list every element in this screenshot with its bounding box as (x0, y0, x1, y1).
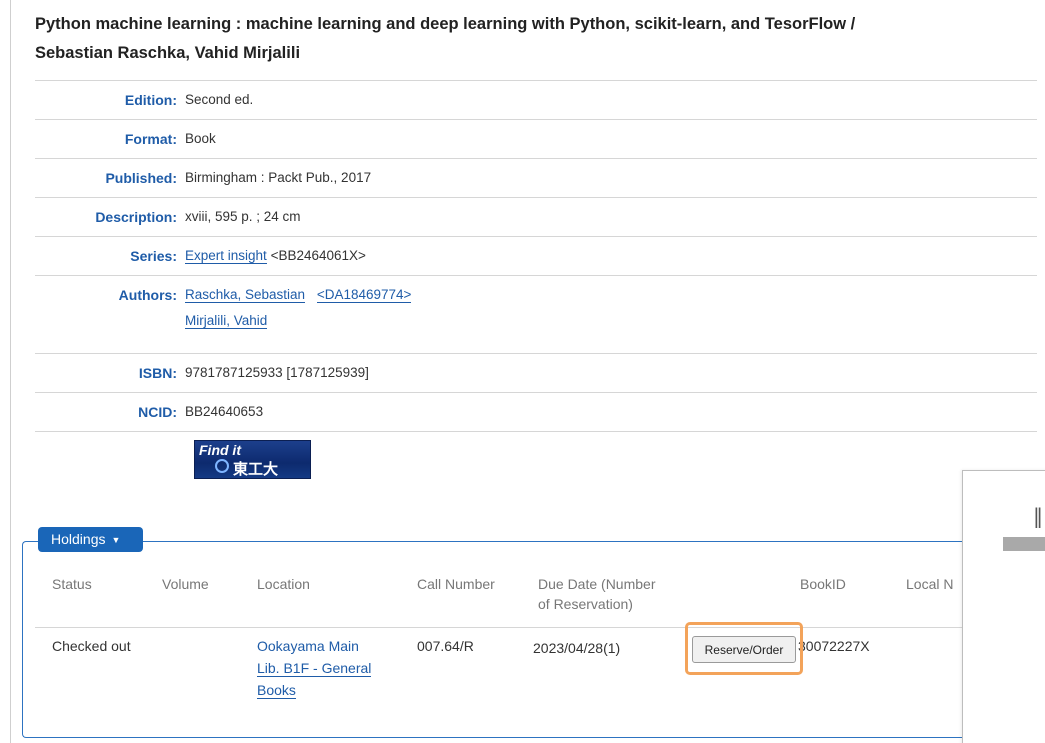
holding-status: Checked out (52, 638, 131, 654)
format-label: Format: (124, 131, 177, 147)
column-due-date: Due Date (Number of Reservation) (538, 574, 656, 614)
left-divider (10, 0, 11, 743)
holding-location: Ookayama Main Lib. B1F - General Books (257, 635, 392, 701)
column-volume: Volume (162, 576, 209, 592)
table-end-rule (35, 431, 1037, 432)
published-label: Published: (105, 170, 177, 186)
format-value: Book (185, 131, 216, 146)
holding-call-number: 007.64/R (417, 638, 474, 654)
pause-icon[interactable]: ‖ (1033, 504, 1043, 528)
authors-value: Raschka, Sebastian <DA18469774> Mirjalil… (185, 285, 1037, 353)
overlay-bar (1003, 537, 1045, 551)
location-link[interactable]: Ookayama Main (257, 635, 359, 657)
published-value: Birmingham : Packt Pub., 2017 (185, 170, 372, 185)
location-link[interactable]: Lib. B1F - General (257, 660, 372, 677)
findit-link-button[interactable]: Find it 東工大 (194, 440, 311, 479)
side-overlay-panel: ‖ (962, 470, 1045, 743)
isbn-row: ISBN: 9781787125933 [1787125939] (35, 353, 1037, 392)
author-link-raschka[interactable]: Raschka, Sebastian (185, 287, 306, 303)
holdings-toggle-button[interactable]: Holdings ▼ (38, 527, 143, 552)
edition-value: Second ed. (185, 92, 254, 107)
isbn-label: ISBN: (138, 365, 177, 381)
author-id-link[interactable]: <DA18469774> (316, 287, 412, 303)
authors-row: Authors: Raschka, Sebastian <DA18469774>… (35, 275, 1037, 353)
holdings-tab-label: Holdings (51, 531, 106, 547)
title-line-1: Python machine learning : machine learni… (35, 15, 856, 33)
published-row: Published: Birmingham : Packt Pub., 2017 (35, 158, 1037, 197)
description-row: Description: xviii, 595 p. ; 24 cm (35, 197, 1037, 236)
bibliographic-details: Edition: Second ed. Format: Book Publish… (35, 80, 1037, 432)
findit-institution: 東工大 (233, 461, 279, 478)
series-link[interactable]: Expert insight (185, 248, 267, 264)
format-row: Format: Book (35, 119, 1037, 158)
edition-label: Edition: (124, 92, 177, 108)
location-link[interactable]: Books (257, 682, 296, 699)
findit-ring-icon (215, 459, 229, 473)
ncid-row: NCID: BB24640653 (35, 392, 1037, 431)
series-value: Expert insight <BB2464061X> (185, 246, 1037, 275)
authors-label: Authors: (118, 287, 177, 303)
column-due-date-line1: Due Date (Number (538, 576, 656, 592)
series-id: <BB2464061X> (270, 248, 366, 263)
author-entry: Raschka, Sebastian <DA18469774> (185, 285, 1037, 305)
column-call-number: Call Number (417, 576, 495, 592)
column-location: Location (257, 576, 310, 592)
findit-text: Find it (199, 442, 241, 458)
holding-bookid: 30072227X (798, 638, 870, 654)
series-row: Series: Expert insight <BB2464061X> (35, 236, 1037, 275)
ncid-label: NCID: (138, 404, 177, 420)
location-line-1: Ookayama Main (257, 635, 392, 657)
holding-due-date: 2023/04/28(1) (533, 640, 621, 656)
reserve-order-button[interactable]: Reserve/Order (692, 636, 796, 663)
title-line-2: Sebastian Raschka, Vahid Mirjalili (35, 44, 301, 62)
holdings-row-divider (35, 627, 1045, 628)
column-bookid: BookID (800, 576, 846, 592)
location-line-3: Books (257, 679, 392, 701)
record-page: Python machine learning : machine learni… (0, 0, 1045, 743)
description-value: xviii, 595 p. ; 24 cm (185, 209, 301, 224)
column-status: Status (52, 576, 92, 592)
location-line-2: Lib. B1F - General (257, 657, 392, 679)
edition-row: Edition: Second ed. (35, 80, 1037, 119)
column-local: Local N (906, 576, 954, 592)
series-label: Series: (130, 248, 177, 264)
column-due-date-line2: of Reservation) (538, 596, 633, 612)
isbn-value: 9781787125933 [1787125939] (185, 365, 369, 380)
record-title: Python machine learning : machine learni… (35, 10, 1040, 68)
author-link-mirjalili[interactable]: Mirjalili, Vahid (185, 313, 268, 329)
author-entry: Mirjalili, Vahid (185, 311, 1037, 331)
caret-down-icon: ▼ (111, 535, 121, 545)
description-label: Description: (95, 209, 177, 225)
ncid-value: BB24640653 (185, 404, 264, 419)
